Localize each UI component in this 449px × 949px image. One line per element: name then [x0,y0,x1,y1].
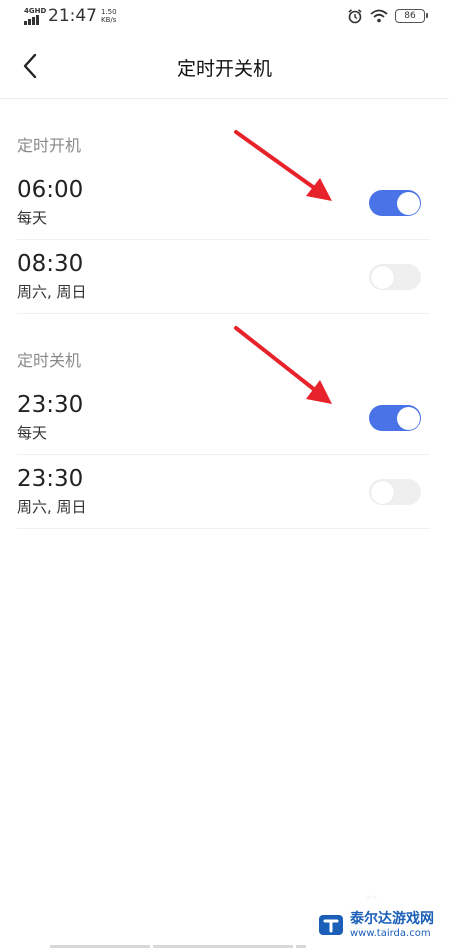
schedule-toggle[interactable] [369,264,421,290]
watermark-logo-icon [319,915,343,935]
schedule-row-power-off-1[interactable]: 23:30 每天 [17,381,430,455]
signal-icon [24,15,39,25]
toggle-knob [396,406,420,430]
status-bar: 4GHD 21:47 1.50 KB/s 86 [0,0,449,34]
schedule-row-power-on-2[interactable]: 08:30 周六, 周日 [17,240,430,314]
toggle-knob [370,480,394,504]
schedule-toggle[interactable] [369,190,421,216]
battery-level: 86 [404,11,416,21]
toggle-knob [396,191,420,215]
watermark-url: www.tairda.com [350,927,431,939]
section-title-power-on: 定时开机 [17,136,82,155]
schedule-repeat: 周六, 周日 [17,283,87,301]
wifi-icon [370,9,388,23]
schedule-row-power-on-1[interactable]: 06:00 每天 [17,166,430,240]
schedule-time: 06:00 [17,177,84,203]
schedule-time: 23:30 [17,466,84,492]
schedule-time: 08:30 [17,251,84,277]
speed-value: 1.50 [101,8,117,16]
network-type: 4GHD [24,7,47,15]
schedule-toggle[interactable] [369,479,421,505]
network-speed: 1.50 KB/s [101,8,117,24]
page-title: 定时开关机 [176,58,272,80]
schedule-row-power-off-2[interactable]: 23:30 周六, 周日 [17,455,430,529]
status-right: 86 [347,8,428,24]
status-time: 21:47 [48,6,97,26]
watermark-name: 泰尔达游戏网 [350,910,434,927]
title-bar: 定时开关机 [0,34,449,99]
section-title-power-off: 定时关机 [17,351,82,370]
faint-dots: ◦◦ [366,893,378,904]
network-indicator: 4GHD [24,7,46,25]
toggle-knob [370,265,394,289]
schedule-repeat: 周六, 周日 [17,498,87,516]
schedule-time: 23:30 [17,392,84,418]
schedule-toggle[interactable] [369,405,421,431]
annotation-arrow-1 [234,130,332,201]
annotation-arrow-2 [234,326,332,404]
watermark-text: 泰尔达游戏网 www.tairda.com [350,911,434,940]
navigation-bar [0,945,449,949]
watermark: 泰尔达游戏网 www.tairda.com [318,905,446,945]
alarm-icon [348,9,362,24]
schedule-repeat: 每天 [17,209,48,227]
battery-icon: 86 [395,9,428,23]
schedule-repeat: 每天 [17,424,48,442]
status-left: 4GHD 21:47 1.50 KB/s [24,6,117,26]
speed-unit: KB/s [101,16,117,24]
